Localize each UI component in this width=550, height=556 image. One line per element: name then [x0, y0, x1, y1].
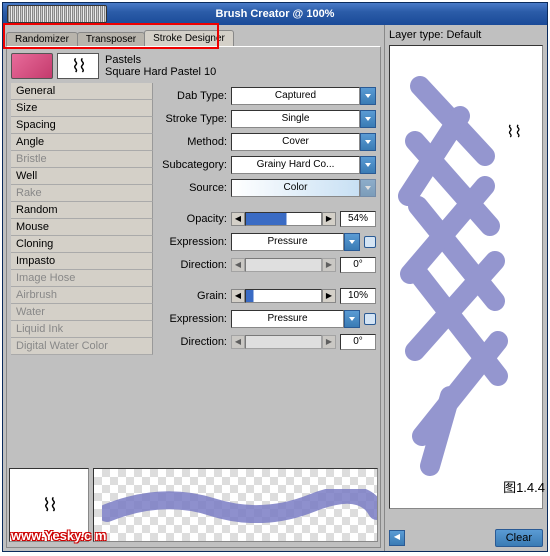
method-value[interactable]: Cover [231, 133, 360, 151]
expression1-label: Expression: [157, 236, 231, 248]
scroll-left-button[interactable]: ◀ [389, 530, 405, 546]
opacity-label: Opacity: [157, 213, 231, 225]
cat-liquid-ink: Liquid Ink [11, 321, 153, 338]
variant-icon[interactable]: ⌇⌇ [57, 53, 99, 79]
stroke-type-value[interactable]: Single [231, 110, 360, 128]
dab-type-value[interactable]: Captured [231, 87, 360, 105]
subcategory-value[interactable]: Grainy Hard Co... [231, 156, 360, 174]
direction2-label: Direction: [157, 336, 231, 348]
preview-canvas[interactable]: ⌇⌇ [389, 45, 543, 509]
direction2-value: 0° [340, 334, 376, 350]
expression1-invert-checkbox[interactable] [364, 236, 376, 248]
cat-general[interactable]: General [11, 83, 153, 100]
canvas-stroke [390, 46, 543, 506]
cat-random[interactable]: Random [11, 202, 153, 219]
expression2-dropdown[interactable] [344, 310, 360, 328]
stroke-preview-path [102, 489, 378, 523]
direction2-decrease: ◀ [231, 335, 245, 349]
opacity-slider[interactable] [245, 212, 322, 226]
grain-increase[interactable]: ▶ [322, 289, 336, 303]
tab-transposer[interactable]: Transposer [77, 32, 145, 46]
drag-grip[interactable] [7, 5, 107, 23]
method-label: Method: [157, 136, 231, 148]
tab-bar: Randomizer Transposer Stroke Designer [6, 28, 381, 46]
cat-mouse[interactable]: Mouse [11, 219, 153, 236]
title-bar[interactable]: Brush Creator @ 100% [3, 3, 547, 25]
clear-button[interactable]: Clear [495, 529, 543, 547]
tab-stroke-designer[interactable]: Stroke Designer [144, 30, 234, 46]
grain-slider[interactable] [245, 289, 322, 303]
source-dropdown [360, 179, 376, 197]
cat-image-hose: Image Hose [11, 270, 153, 287]
cat-spacing[interactable]: Spacing [11, 117, 153, 134]
category-icon[interactable] [11, 53, 53, 79]
direction1-increase: ▶ [322, 258, 336, 272]
cat-impasto[interactable]: Impasto [11, 253, 153, 270]
canvas-dab-icon: ⌇⌇ [506, 122, 522, 142]
dab-preview-icon: ⌇⌇ [42, 495, 56, 516]
stroke-type-dropdown[interactable] [360, 110, 376, 128]
direction1-slider [245, 258, 322, 272]
tab-randomizer[interactable]: Randomizer [6, 32, 78, 46]
cat-rake: Rake [11, 185, 153, 202]
stroke-preview [93, 468, 378, 542]
cat-cloning[interactable]: Cloning [11, 236, 153, 253]
expression2-label: Expression: [157, 313, 231, 325]
dab-type-label: Dab Type: [157, 90, 231, 102]
grain-value[interactable]: 10% [340, 288, 376, 304]
property-category-list: General Size Spacing Angle Bristle Well … [11, 83, 153, 355]
grain-decrease[interactable]: ◀ [231, 289, 245, 303]
subcategory-dropdown[interactable] [360, 156, 376, 174]
grain-label: Grain: [157, 290, 231, 302]
cat-bristle: Bristle [11, 151, 153, 168]
opacity-value[interactable]: 54% [340, 211, 376, 227]
direction1-label: Direction: [157, 259, 231, 271]
expression2-value[interactable]: Pressure [231, 310, 344, 328]
category-name: Pastels [105, 54, 216, 66]
expression1-dropdown[interactable] [344, 233, 360, 251]
expression2-invert-checkbox[interactable] [364, 313, 376, 325]
dab-type-dropdown[interactable] [360, 87, 376, 105]
opacity-increase[interactable]: ▶ [322, 212, 336, 226]
expression1-value[interactable]: Pressure [231, 233, 344, 251]
cat-angle[interactable]: Angle [11, 134, 153, 151]
cat-digital-water-color: Digital Water Color [11, 338, 153, 355]
layer-type-label: Layer type: Default [389, 29, 543, 41]
window-title: Brush Creator @ 100% [216, 8, 335, 20]
direction2-slider [245, 335, 322, 349]
subcategory-label: Subcategory: [157, 159, 231, 171]
variant-name: Square Hard Pastel 10 [105, 66, 216, 78]
direction1-value: 0° [340, 257, 376, 273]
squiggle-icon: ⌇⌇ [71, 56, 85, 77]
stroke-type-label: Stroke Type: [157, 113, 231, 125]
figure-label: 图1.4.4 [503, 477, 545, 496]
cat-size[interactable]: Size [11, 100, 153, 117]
cat-water: Water [11, 304, 153, 321]
watermark: www.Yesky.c m [11, 528, 106, 543]
source-value[interactable]: Color [231, 179, 360, 197]
method-dropdown[interactable] [360, 133, 376, 151]
direction1-decrease: ◀ [231, 258, 245, 272]
opacity-decrease[interactable]: ◀ [231, 212, 245, 226]
source-label: Source: [157, 182, 231, 194]
cat-airbrush: Airbrush [11, 287, 153, 304]
direction2-increase: ▶ [322, 335, 336, 349]
cat-well[interactable]: Well [11, 168, 153, 185]
